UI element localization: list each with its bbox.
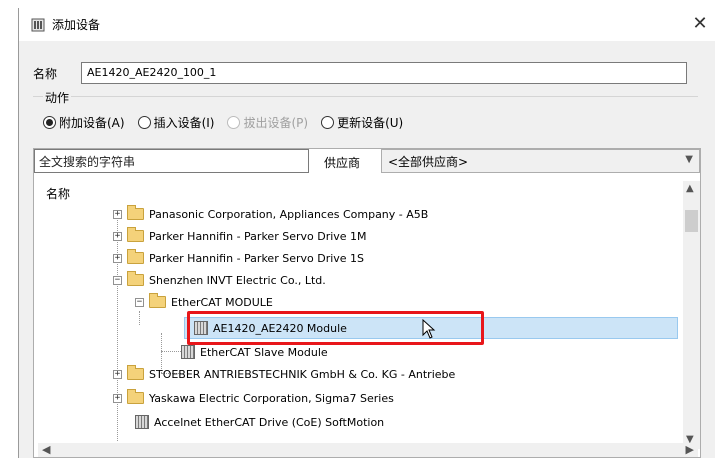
device-tree[interactable]: 名称 + Panasonic Corporation, Appliances C… (38, 181, 678, 449)
chevron-down-icon[interactable]: ▼ (685, 154, 693, 165)
tree-item-label: Parker Hannifin - Parker Servo Drive 1S (149, 251, 365, 265)
tree-item-stoeber[interactable]: + STOEBER ANTRIEBSTECHNIK GmbH & Co. KG … (113, 363, 455, 385)
tree-connector (139, 311, 140, 325)
collapse-icon[interactable]: − (113, 275, 122, 285)
radio-label: 附加设备(A) (59, 116, 125, 130)
module-icon (135, 415, 149, 429)
title-bar: 添加设备 ✕ (19, 8, 715, 41)
expand-icon[interactable]: + (113, 209, 122, 219)
expand-icon[interactable]: + (113, 393, 122, 403)
tree-item-label: Yaskawa Electric Corporation, Sigma7 Ser… (149, 391, 394, 405)
tree-item-label: Parker Hannifin - Parker Servo Drive 1M (149, 229, 367, 243)
vendor-value: <全部供应商> (388, 154, 469, 169)
expand-icon[interactable]: + (113, 253, 122, 263)
tree-item-label: Shenzhen INVT Electric Co., Ltd. (149, 273, 326, 287)
vendor-label: 供应商 (324, 156, 361, 170)
tree-item-label: EtherCAT MODULE (171, 295, 273, 309)
scroll-up-icon[interactable]: ▲ (686, 183, 694, 194)
radio-label: 更新设备(U) (337, 116, 404, 130)
name-label: 名称 (33, 66, 58, 81)
folder-icon (127, 389, 144, 404)
collapse-icon[interactable]: − (135, 297, 144, 307)
tree-item-label: STOEBER ANTRIEBSTECHNIK GmbH & Co. KG - … (149, 367, 456, 381)
tree-item-parker-1m[interactable]: + Parker Hannifin - Parker Servo Drive 1… (113, 225, 367, 247)
name-row: 名称 AE1420_AE2420_100_1 (33, 62, 687, 84)
radio-label: 插入设备(I) (153, 116, 215, 130)
search-row: 全文搜索的字符串 供应商 <全部供应商> ▼ (34, 149, 700, 175)
top-strip (0, 0, 715, 8)
scroll-right-icon[interactable]: ▶ (686, 443, 694, 456)
close-button[interactable]: ✕ (690, 14, 710, 34)
expand-icon[interactable]: + (113, 231, 122, 241)
mouse-cursor-icon (422, 319, 436, 339)
tree-item-label: EtherCAT Slave Module (200, 345, 328, 359)
dialog-title: 添加设备 (52, 18, 101, 32)
folder-icon (149, 293, 166, 308)
search-input[interactable]: 全文搜索的字符串 (34, 149, 309, 173)
radio-append-device[interactable]: 附加设备(A) (43, 114, 125, 131)
scroll-left-icon[interactable]: ◀ (42, 443, 50, 456)
folder-icon (127, 205, 144, 220)
device-icon (31, 18, 45, 31)
vertical-scrollbar[interactable]: ▲ ▼ (683, 181, 700, 449)
expand-icon[interactable]: + (113, 369, 122, 379)
tree-item-label: Accelnet EtherCAT Drive (CoE) SoftMotion (154, 415, 385, 429)
horizontal-scrollbar[interactable]: ◀ ▶ (38, 443, 698, 457)
action-caption: 动作 (43, 89, 72, 106)
tree-item-parker-1s[interactable]: + Parker Hannifin - Parker Servo Drive 1… (113, 247, 364, 269)
tree-column-header: 名称 (46, 187, 71, 201)
folder-icon (127, 249, 144, 264)
radio-label: 拔出设备(P) (243, 116, 309, 130)
action-radio-group: 附加设备(A) 插入设备(I) 拔出设备(P) 更新设备(U) (43, 114, 416, 131)
folder-icon (127, 365, 144, 380)
radio-insert-device[interactable]: 插入设备(I) (137, 114, 215, 131)
name-input[interactable]: AE1420_AE2420_100_1 (81, 62, 687, 84)
radio-unplug-device: 拔出设备(P) (227, 114, 308, 131)
tree-item-panasonic[interactable]: + Panasonic Corporation, Appliances Comp… (113, 203, 428, 225)
tree-item-shenzhen-invt[interactable]: − Shenzhen INVT Electric Co., Ltd. (113, 269, 326, 291)
tree-item-yaskawa[interactable]: + Yaskawa Electric Corporation, Sigma7 S… (113, 387, 394, 409)
radio-circle[interactable] (137, 116, 151, 129)
module-icon (181, 345, 195, 359)
annotation-highlight-box (187, 311, 484, 345)
tree-item-ethercat-module[interactable]: − EtherCAT MODULE (135, 291, 273, 313)
tree-item-label: Panasonic Corporation, Appliances Compan… (149, 207, 429, 221)
folder-icon (127, 227, 144, 242)
vendor-select[interactable]: <全部供应商> ▼ (381, 149, 700, 173)
radio-circle (227, 116, 241, 129)
folder-icon (127, 271, 144, 286)
radio-circle[interactable] (321, 116, 335, 129)
tree-connector (161, 351, 181, 352)
tree-item-accelnet[interactable]: Accelnet EtherCAT Drive (CoE) SoftMotion (135, 411, 384, 433)
action-group: 动作 附加设备(A) 插入设备(I) 拔出设备(P) 更新设备(U) (33, 89, 698, 144)
add-device-dialog: 添加设备 ✕ 名称 AE1420_AE2420_100_1 动作 附加设备(A)… (18, 8, 715, 458)
scroll-thumb[interactable] (685, 210, 698, 232)
radio-update-device[interactable]: 更新设备(U) (321, 114, 403, 131)
radio-circle[interactable] (43, 116, 56, 129)
device-panel: 全文搜索的字符串 供应商 <全部供应商> ▼ 名称 + Panasonic Co… (33, 148, 701, 458)
